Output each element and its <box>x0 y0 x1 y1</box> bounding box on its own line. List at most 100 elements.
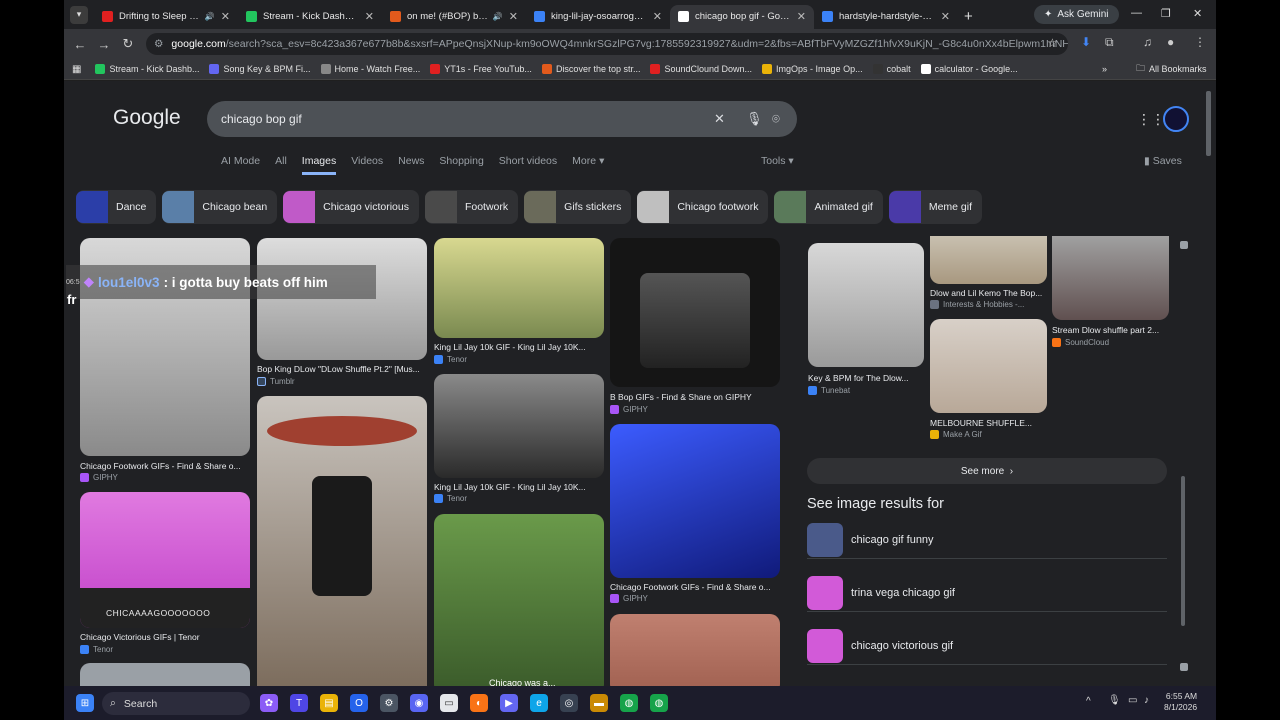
refinement-chip[interactable]: Footwork <box>424 190 519 224</box>
audio-playing-icon[interactable]: 🔊 <box>205 12 215 21</box>
see-more-button[interactable]: See more › <box>807 458 1167 484</box>
folder-icon[interactable]: ▬ <box>590 694 608 712</box>
related-search[interactable]: chicago gif funny <box>807 521 1167 559</box>
result-caption[interactable]: Chicago Footwork GIFs - Find & Share o..… <box>80 461 252 471</box>
image-result[interactable] <box>610 614 780 686</box>
result-source[interactable]: GIPHY <box>80 473 118 482</box>
bookmark-item[interactable]: Discover the top str... <box>541 64 640 74</box>
related-search[interactable]: chicago victorious gif <box>807 627 1167 665</box>
result-caption[interactable]: MELBOURNE SHUFFLE... <box>930 418 1048 428</box>
browser-tab[interactable]: king-lil-jay-osoarrogant.gif ✕ <box>526 5 670 29</box>
discord-icon[interactable]: ◉ <box>410 694 428 712</box>
clear-search-icon[interactable]: ✕ <box>714 111 725 127</box>
profile-icon[interactable]: ● <box>1167 35 1174 49</box>
refinement-chip[interactable]: Chicago victorious <box>283 190 419 224</box>
search-query[interactable]: chicago bop gif <box>221 112 302 126</box>
menu-icon[interactable]: ⋮ <box>1194 35 1206 49</box>
bookmark-item[interactable]: SoundClound Down... <box>650 64 752 74</box>
image-result[interactable]: Chicago was a... <box>434 514 604 686</box>
result-caption[interactable]: B Bop GIFs - Find & Share on GIPHY <box>610 392 782 402</box>
refinement-chip[interactable]: Chicago bean <box>162 190 278 224</box>
close-tab-icon[interactable]: ✕ <box>653 10 662 23</box>
site-info-icon[interactable]: ⚙ <box>154 38 163 50</box>
close-tab-icon[interactable]: ✕ <box>509 10 518 23</box>
all-bookmarks[interactable]: 🗀 All Bookmarks <box>1136 61 1207 77</box>
image-result[interactable]: CHICAAAAGOOOOOOO <box>80 492 250 628</box>
file-explorer-icon[interactable]: ▤ <box>320 694 338 712</box>
image-result[interactable] <box>1052 236 1169 320</box>
outlook-icon[interactable]: O <box>350 694 368 712</box>
search-tab[interactable]: Short videos <box>499 155 557 175</box>
result-caption[interactable]: Chicago Footwork GIFs - Find & Share o..… <box>610 582 782 592</box>
notepad-icon[interactable]: ▭ <box>440 694 458 712</box>
result-caption[interactable]: King Lil Jay 10k GIF - King Lil Jay 10K.… <box>434 482 606 492</box>
result-source[interactable]: SoundCloud <box>1052 338 1109 347</box>
chrome-profile-icon[interactable]: ◍ <box>650 694 668 712</box>
image-result[interactable] <box>808 243 924 367</box>
panel-scroll-up-icon[interactable] <box>1180 241 1188 249</box>
settings-icon[interactable]: ⚙ <box>380 694 398 712</box>
refinement-chip[interactable]: Gifs stickers <box>524 190 632 224</box>
back-icon[interactable]: ← <box>68 37 92 52</box>
result-source[interactable]: Tenor <box>434 494 467 503</box>
result-caption[interactable]: Chicago Victorious GIFs | Tenor <box>80 632 252 642</box>
voice-search-icon[interactable]: 🎙 <box>746 111 763 127</box>
browser-tab[interactable]: on me! (#BOP) by EDD 🔊 ✕ <box>382 5 526 29</box>
browser-tab[interactable]: Stream - Kick Dashboard ✕ <box>238 5 382 29</box>
volume-icon[interactable]: ♪ <box>1144 695 1149 706</box>
panel-scroll-down-icon[interactable] <box>1180 663 1188 671</box>
panel-scrollbar[interactable] <box>1181 476 1185 626</box>
result-source[interactable]: Tunebat <box>808 386 850 395</box>
tools-button[interactable]: Tools ▾ <box>761 155 794 167</box>
start-icon[interactable]: ⊞ <box>76 694 94 712</box>
image-result[interactable] <box>930 319 1047 413</box>
image-result[interactable] <box>434 374 604 478</box>
download-icon[interactable]: ⬇ <box>1081 35 1091 49</box>
account-avatar[interactable] <box>1163 106 1189 132</box>
audio-playing-icon[interactable]: 🔊 <box>493 12 503 21</box>
result-caption[interactable]: Key & BPM for The Dlow... <box>808 373 926 383</box>
media-player-icon[interactable]: ▶ <box>500 694 518 712</box>
close-tab-icon[interactable]: ✕ <box>221 10 230 23</box>
result-caption[interactable]: Dlow and Lil Kemo The Bop... <box>930 288 1048 298</box>
result-source[interactable]: Tenor <box>434 355 467 364</box>
result-source[interactable]: Tumblr <box>257 377 295 386</box>
result-source[interactable]: GIPHY <box>610 405 648 414</box>
bookmark-item[interactable]: Home - Watch Free... <box>320 64 420 74</box>
reload-icon[interactable]: ↻ <box>116 36 140 52</box>
close-window-icon[interactable]: ✕ <box>1193 7 1202 20</box>
related-search[interactable]: trina vega chicago gif <box>807 574 1167 612</box>
taskbar-clock[interactable]: 6:55 AM 8/1/2026 <box>1164 691 1197 713</box>
image-result[interactable] <box>257 396 427 686</box>
ask-gemini-button[interactable]: ✦ Ask Gemini <box>1034 5 1119 24</box>
result-source[interactable]: Interests & Hobbies -... <box>930 300 1048 309</box>
bookmark-star-icon[interactable]: ☆ <box>1047 36 1058 50</box>
taskbar-search[interactable]: ⌕ Search <box>102 692 250 715</box>
edge-icon[interactable]: e <box>530 694 548 712</box>
search-box[interactable]: chicago bop gif <box>207 101 797 137</box>
new-tab-button[interactable]: + <box>964 8 973 25</box>
microphone-icon[interactable]: 🎙 <box>1108 695 1121 706</box>
browser-tab[interactable]: chicago bop gif - Google S ✕ <box>670 4 814 29</box>
extensions-icon[interactable]: ⧉ <box>1105 35 1114 50</box>
teams-icon[interactable]: T <box>290 694 308 712</box>
image-result[interactable] <box>80 663 250 686</box>
result-caption[interactable]: King Lil Jay 10k GIF - King Lil Jay 10K.… <box>434 342 606 352</box>
search-tab[interactable]: News <box>398 155 424 175</box>
result-caption[interactable]: Bop King DLow "DLow Shuffle Pt.2" [Mus..… <box>257 364 429 374</box>
minimize-icon[interactable]: — <box>1131 7 1142 19</box>
refinement-chip[interactable]: Meme gif <box>888 190 983 224</box>
tab-search-button[interactable]: ▾ <box>70 5 88 24</box>
search-tab[interactable]: AI Mode <box>221 155 260 175</box>
image-result[interactable] <box>930 236 1047 284</box>
image-result[interactable] <box>257 238 427 360</box>
refinement-chip[interactable]: Dance <box>76 190 157 224</box>
browser-tab[interactable]: hardstyle-hardstyle-shuffle ✕ <box>814 5 958 29</box>
bookmark-item[interactable]: Stream - Kick Dashb... <box>95 64 199 74</box>
chrome-icon[interactable]: ◍ <box>620 694 638 712</box>
tray-chevron-icon[interactable]: ^ <box>1086 696 1091 707</box>
forward-icon[interactable]: → <box>92 37 116 52</box>
close-tab-icon[interactable]: ✕ <box>365 10 374 23</box>
image-result[interactable] <box>610 238 780 387</box>
search-tab[interactable]: Videos <box>351 155 383 175</box>
